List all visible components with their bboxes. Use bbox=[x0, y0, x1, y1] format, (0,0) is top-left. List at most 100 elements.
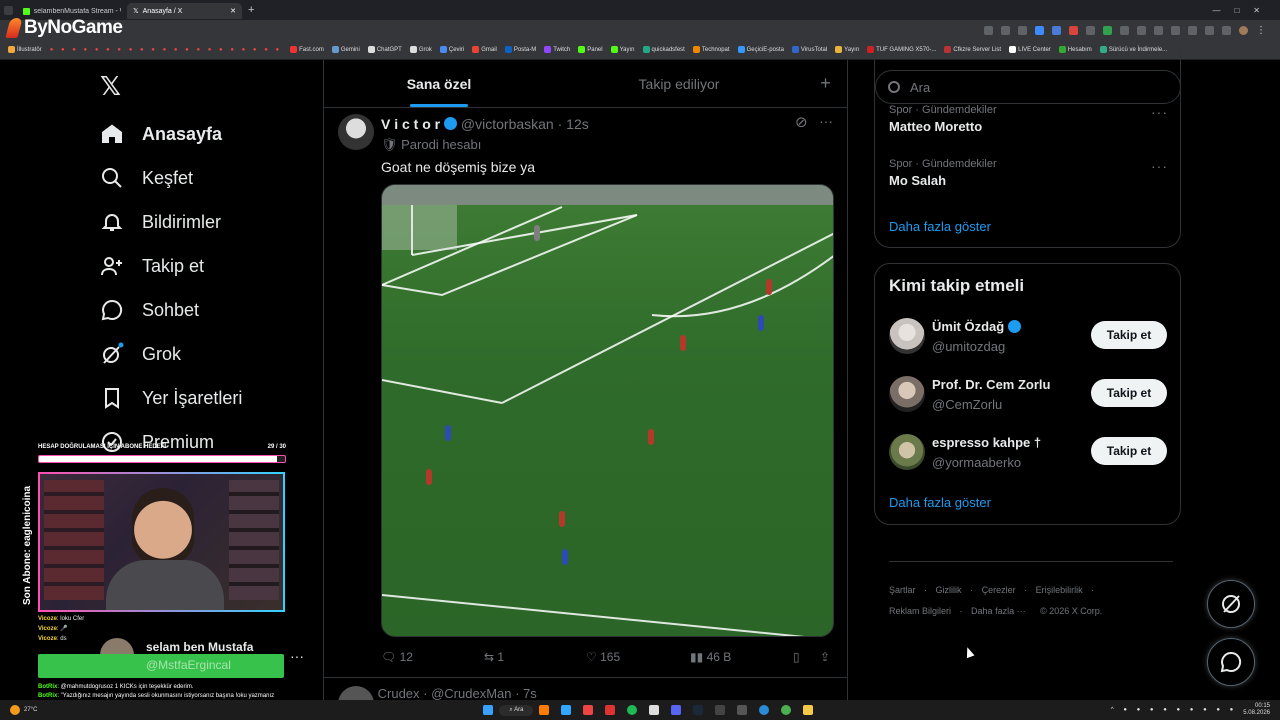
app-icon[interactable] bbox=[583, 705, 594, 715]
app-icon[interactable] bbox=[803, 705, 814, 715]
menu-icon[interactable]: ⋮ bbox=[1256, 25, 1266, 36]
start-icon[interactable] bbox=[483, 705, 494, 715]
next-post-preview[interactable]: Crudex · @CrudexMan · 7s bbox=[338, 686, 838, 700]
bookmark-item[interactable]: Technopat bbox=[692, 46, 730, 53]
post-handle[interactable]: @victorbaskan bbox=[461, 116, 554, 132]
taskbar-search[interactable]: ⌕ Ara bbox=[499, 704, 534, 716]
app-icon[interactable] bbox=[693, 705, 704, 715]
more-icon[interactable]: ··· bbox=[1151, 104, 1168, 120]
post-author-name[interactable]: V i c t o r bbox=[381, 116, 440, 132]
footer-link[interactable]: Erişilebilirlik bbox=[1036, 585, 1083, 595]
trend-item[interactable]: Spor · Gündemdekiler Matteo Moretto ··· bbox=[889, 104, 1169, 144]
post-time[interactable]: 12s bbox=[566, 116, 589, 132]
extension-icon[interactable] bbox=[1137, 25, 1146, 35]
nav-grok[interactable]: Grok bbox=[100, 339, 181, 369]
share-icon[interactable]: ⇪ bbox=[820, 650, 830, 664]
extension-icon[interactable] bbox=[1035, 25, 1044, 35]
bookmark-item[interactable]: Yayın bbox=[835, 46, 859, 53]
nav-home[interactable]: Anasayfa bbox=[100, 119, 222, 149]
bookmark-item[interactable]: VirusTotal bbox=[791, 46, 827, 53]
grok-fab[interactable] bbox=[1207, 580, 1255, 628]
screenshot-icon[interactable] bbox=[1001, 25, 1010, 35]
app-icon[interactable] bbox=[671, 705, 682, 715]
follow-suggestion[interactable]: Ümit Özdağ @umitozdag Takip et bbox=[875, 314, 1180, 358]
tab-menu-icon[interactable] bbox=[4, 5, 13, 15]
bookmark-item[interactable]: Grok bbox=[409, 46, 432, 53]
search-input[interactable]: Ara bbox=[910, 80, 930, 95]
bookmark-icons[interactable]: ● ● ● ● ● ● ● ● ● ● ● ● ● ● ● ● ● ● ● ● … bbox=[50, 47, 282, 53]
app-icon[interactable] bbox=[605, 705, 616, 715]
messages-fab[interactable] bbox=[1207, 638, 1255, 686]
bookmark-item[interactable]: İllustratör bbox=[8, 46, 42, 53]
bookmark-item[interactable]: Twitch bbox=[544, 46, 570, 53]
bookmark-item[interactable]: Panel bbox=[578, 46, 603, 53]
bookmark-item[interactable]: Fast.com bbox=[290, 46, 324, 53]
grok-icon[interactable]: ⊘ bbox=[795, 113, 808, 131]
extension-icon[interactable] bbox=[1205, 25, 1214, 35]
nav-bookmarks[interactable]: Yer İşaretleri bbox=[100, 383, 242, 413]
repost-button[interactable]: ⇆ 1 bbox=[484, 650, 504, 664]
app-icon[interactable] bbox=[561, 705, 572, 715]
footer-link[interactable]: Çerezler bbox=[982, 585, 1016, 595]
like-button[interactable]: ♡ 165 bbox=[586, 650, 620, 664]
add-tab-icon[interactable]: + bbox=[804, 60, 847, 107]
bookmark-item[interactable]: Çeviri bbox=[439, 46, 464, 53]
follow-suggestion[interactable]: Prof. Dr. Cem Zorlu @CemZorlu Takip et bbox=[875, 372, 1180, 416]
tray-icons[interactable]: ^ ● ● ● ● ● ● ● ● ● bbox=[1111, 707, 1237, 713]
trend-item[interactable]: Spor · Gündemdekiler Mo Salah ··· bbox=[889, 158, 1169, 198]
app-icon[interactable] bbox=[715, 705, 726, 715]
clock-date[interactable]: 5.08.2026 bbox=[1243, 710, 1270, 717]
views-button[interactable]: ▮▮ 46 B bbox=[690, 650, 731, 664]
footer-link[interactable]: Şartlar bbox=[889, 585, 916, 595]
bookmark-item[interactable]: Gmail bbox=[472, 46, 497, 53]
search-bar[interactable]: Ara bbox=[875, 70, 1181, 104]
x-logo-icon[interactable]: 𝕏 bbox=[100, 71, 121, 102]
extension-icon[interactable] bbox=[1188, 25, 1197, 35]
bookmark-icon[interactable]: ▯ bbox=[793, 650, 800, 664]
extension-icon[interactable] bbox=[1052, 25, 1061, 35]
more-icon[interactable]: ··· bbox=[819, 113, 833, 129]
nav-notifications[interactable]: Bildirimler bbox=[100, 207, 221, 237]
more-icon[interactable]: ··· bbox=[290, 648, 304, 664]
bookmark-item[interactable]: quickadsfest bbox=[642, 46, 685, 53]
clock-time[interactable]: 00:15 bbox=[1243, 703, 1270, 710]
footer-link[interactable]: Reklam Bilgileri bbox=[889, 606, 951, 616]
show-more-link[interactable]: Daha fazla göster bbox=[889, 219, 991, 234]
app-icon[interactable] bbox=[649, 705, 660, 715]
bookmark-item[interactable]: ChatGPT bbox=[367, 46, 402, 53]
tab-for-you[interactable]: Sana özel bbox=[324, 60, 554, 107]
nav-follow[interactable]: Takip et bbox=[100, 251, 204, 281]
follow-button[interactable]: Takip et bbox=[1091, 321, 1167, 349]
new-tab-icon[interactable]: + bbox=[248, 4, 254, 16]
follow-suggestion[interactable]: espresso kahpe † @yormaaberko Takip et bbox=[875, 430, 1180, 474]
app-icon[interactable] bbox=[781, 705, 792, 715]
app-icon[interactable] bbox=[627, 705, 638, 715]
app-icon[interactable] bbox=[737, 705, 748, 715]
app-icon[interactable] bbox=[759, 705, 770, 715]
follow-button[interactable]: Takip et bbox=[1091, 437, 1167, 465]
bookmark-item[interactable]: Posta-M bbox=[504, 46, 536, 53]
weather-icon[interactable] bbox=[10, 705, 20, 715]
bookmark-item[interactable]: Yayın bbox=[610, 46, 635, 53]
bookmark-item[interactable]: GeçiciE-posta bbox=[737, 46, 784, 53]
extension-icon[interactable] bbox=[1086, 25, 1095, 35]
extension-icon[interactable] bbox=[1069, 25, 1078, 35]
show-more-link[interactable]: Daha fazla göster bbox=[889, 495, 991, 510]
extension-icon[interactable] bbox=[1120, 25, 1129, 35]
app-icon[interactable] bbox=[539, 705, 550, 715]
extension-icon[interactable] bbox=[1222, 25, 1231, 35]
nav-explore[interactable]: Keşfet bbox=[100, 163, 193, 193]
zoom-icon[interactable] bbox=[984, 25, 993, 35]
extension-icon[interactable] bbox=[1154, 25, 1163, 35]
extension-icon[interactable] bbox=[1103, 25, 1112, 35]
more-icon[interactable]: ··· bbox=[1151, 158, 1168, 174]
star-icon[interactable] bbox=[1018, 25, 1027, 35]
footer-link[interactable]: Daha fazla ··· bbox=[971, 606, 1026, 616]
bookmark-item[interactable]: Gemini bbox=[331, 46, 360, 53]
extension-icon[interactable] bbox=[1171, 25, 1180, 35]
profile-avatar[interactable] bbox=[1239, 25, 1248, 35]
window-controls[interactable]: —□✕ bbox=[1212, 6, 1280, 15]
follow-button[interactable]: Takip et bbox=[1091, 379, 1167, 407]
post-video[interactable] bbox=[381, 184, 834, 637]
reply-button[interactable]: 🗨 12 bbox=[381, 650, 413, 664]
